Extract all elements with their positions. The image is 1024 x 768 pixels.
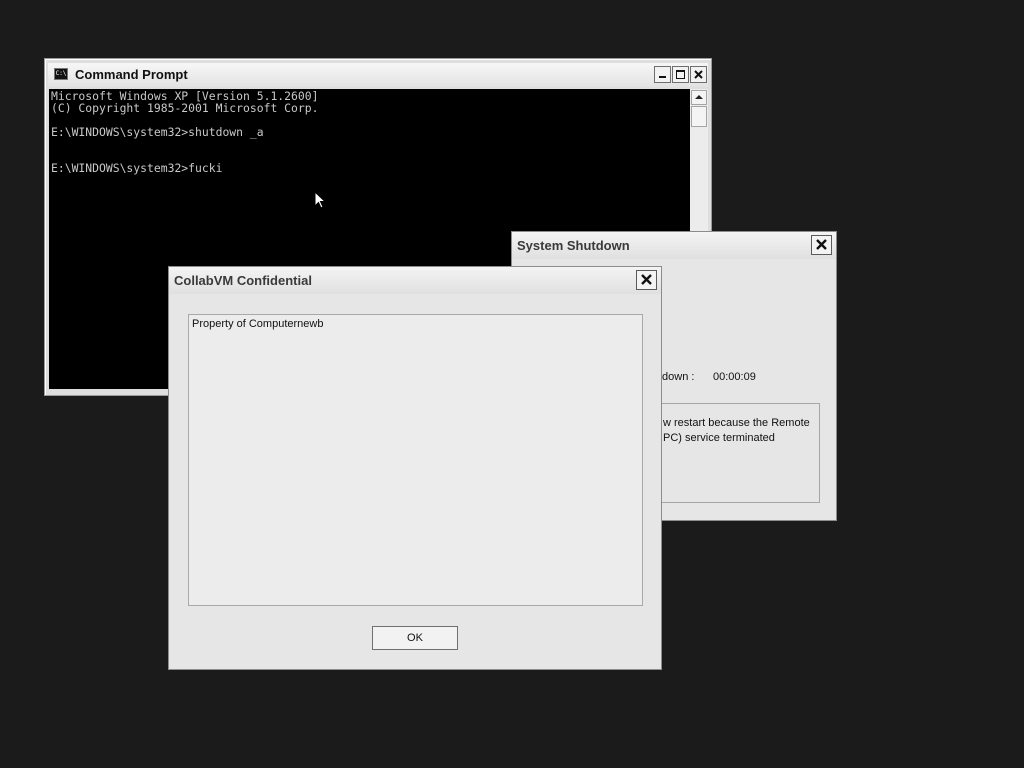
close-button[interactable]	[690, 66, 707, 83]
command-prompt-titlebar[interactable]: C:\ Command Prompt	[48, 63, 708, 87]
scrollbar-thumb[interactable]	[691, 106, 707, 127]
shutdown-message-line: PC) service terminated	[663, 432, 775, 444]
minimize-button[interactable]	[654, 66, 671, 83]
maximize-button[interactable]	[672, 66, 689, 83]
system-shutdown-titlebar[interactable]: System Shutdown	[512, 232, 836, 259]
close-button[interactable]	[636, 270, 657, 290]
console-line: E:\WINDOWS\system32>shutdown _a	[51, 125, 264, 139]
close-icon	[641, 274, 652, 285]
shutdown-message-line: w restart because the Remote	[663, 417, 810, 429]
shutdown-message: w restart because the Remote PC) service…	[663, 416, 818, 446]
ok-button[interactable]: OK	[372, 626, 458, 650]
mouse-cursor-icon	[314, 191, 327, 209]
message-group: w restart because the Remote PC) service…	[659, 403, 820, 503]
collabvm-titlebar[interactable]: CollabVM Confidential	[169, 267, 661, 294]
message-text: Property of Computernewb	[192, 318, 324, 330]
close-icon	[694, 70, 703, 79]
countdown-value: 00:00:09	[713, 371, 756, 383]
close-icon	[816, 239, 827, 250]
collabvm-confidential-dialog[interactable]: CollabVM Confidential Property of Comput…	[168, 266, 662, 670]
console-line: E:\WINDOWS\system32>fucki	[51, 161, 223, 175]
console-icon: C:\	[54, 68, 68, 80]
scroll-up-button[interactable]	[691, 90, 707, 105]
dialog-title: System Shutdown	[517, 238, 630, 253]
dialog-title: CollabVM Confidential	[174, 273, 312, 288]
console-line: (C) Copyright 1985-2001 Microsoft Corp.	[51, 101, 319, 115]
close-button[interactable]	[811, 235, 832, 255]
window-title: Command Prompt	[75, 67, 188, 82]
message-textbox[interactable]: Property of Computernewb	[188, 314, 643, 606]
countdown-label: tdown :	[659, 371, 695, 383]
